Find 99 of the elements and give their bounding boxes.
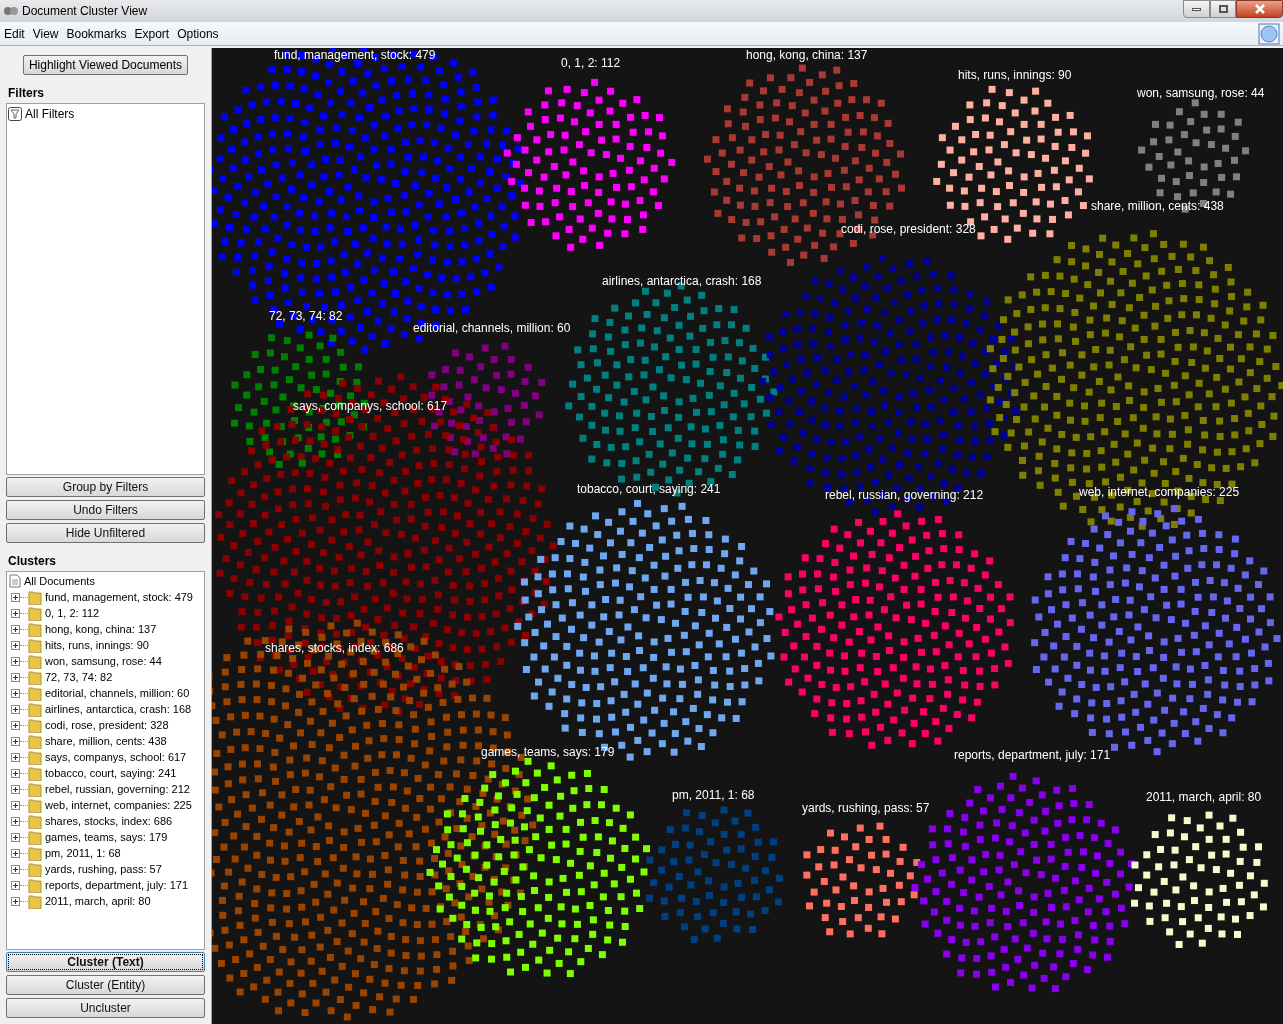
- tree-item[interactable]: All Documents: [24, 572, 95, 590]
- cluster-label: yards, rushing, pass: 57: [802, 801, 930, 815]
- cluster-label: pm, 2011, 1: 68: [672, 788, 755, 802]
- minimize-button[interactable]: [1183, 0, 1210, 18]
- cluster-label: airlines, antarctica, crash: 168: [602, 274, 762, 288]
- close-icon: [1253, 4, 1266, 14]
- window-title: Document Cluster View: [22, 3, 148, 20]
- cluster-label: web, internet, companies: 225: [1079, 485, 1240, 499]
- tree-item[interactable]: won, samsung, rose: 44: [45, 652, 162, 670]
- folder-icon: [28, 605, 42, 621]
- cluster-label: editorial, channels, million: 60: [413, 321, 571, 335]
- expand-icon[interactable]: [11, 688, 20, 698]
- panel-button[interactable]: Cluster (Entity): [6, 975, 205, 995]
- expand-icon[interactable]: [11, 768, 20, 778]
- cluster-label: tobacco, court, saying: 241: [577, 482, 721, 496]
- tree-item[interactable]: says, companys, school: 617: [45, 748, 187, 766]
- folder-icon: [28, 829, 42, 845]
- document-icon: [9, 574, 21, 588]
- panel-button[interactable]: Hide Unfiltered: [6, 523, 205, 543]
- cluster-label: reports, department, july: 171: [954, 748, 1111, 762]
- folder-icon: [28, 813, 42, 829]
- expand-icon[interactable]: [11, 784, 20, 794]
- highlight-button[interactable]: Highlight Viewed Documents: [23, 55, 188, 75]
- filter-item[interactable]: All Filters: [25, 105, 75, 123]
- expand-icon[interactable]: [11, 608, 20, 618]
- expand-icon[interactable]: [11, 592, 20, 602]
- expand-icon[interactable]: [11, 800, 20, 810]
- folder-icon: [28, 685, 42, 701]
- folder-icon: [28, 733, 42, 749]
- cluster-label: share, million, cents: 438: [1091, 199, 1224, 213]
- tree-item[interactable]: fund, management, stock: 479: [45, 588, 193, 606]
- folder-icon: [28, 861, 42, 877]
- folder-icon: [28, 877, 42, 893]
- folder-icon: [28, 701, 42, 717]
- expand-icon[interactable]: [11, 736, 20, 746]
- folder-icon: [28, 765, 42, 781]
- tree-item[interactable]: codi, rose, president: 328: [45, 716, 169, 734]
- maximize-button[interactable]: [1210, 0, 1236, 18]
- expand-icon[interactable]: [11, 864, 20, 874]
- cluster-label: 0, 1, 2: 112: [561, 56, 621, 70]
- folder-icon: [28, 717, 42, 733]
- tree-item[interactable]: 2011, march, april: 80: [45, 892, 151, 910]
- expand-icon[interactable]: [11, 672, 20, 682]
- expand-icon[interactable]: [11, 720, 20, 730]
- expand-icon[interactable]: [11, 656, 20, 666]
- tree-item[interactable]: hong, kong, china: 137: [45, 620, 157, 638]
- folder-icon: [28, 589, 42, 605]
- folder-icon: [28, 621, 42, 637]
- section-heading: Clusters: [8, 553, 58, 570]
- tree-item[interactable]: web, internet, companies: 225: [45, 796, 192, 814]
- cluster-label: 2011, march, april: 80: [1146, 790, 1262, 804]
- tree-item[interactable]: pm, 2011, 1: 68: [45, 844, 121, 862]
- panel-button[interactable]: Uncluster: [6, 998, 205, 1018]
- tree-item[interactable]: yards, rushing, pass: 57: [45, 860, 162, 878]
- folder-icon: [28, 637, 42, 653]
- tree-item[interactable]: airlines, antarctica, crash: 168: [45, 700, 192, 718]
- app-icon: [3, 5, 19, 17]
- tree-item[interactable]: 0, 1, 2: 112: [45, 604, 100, 622]
- close-button[interactable]: [1236, 0, 1283, 18]
- section-heading: Filters: [8, 85, 45, 102]
- globe-icon[interactable]: [1258, 22, 1280, 45]
- tree-item[interactable]: tobacco, court, saying: 241: [45, 764, 177, 782]
- folder-icon: [28, 781, 42, 797]
- menu-item[interactable]: Export: [130, 24, 174, 43]
- folder-icon: [28, 669, 42, 685]
- panel-button[interactable]: Undo Filters: [6, 500, 205, 520]
- tree-item[interactable]: editorial, channels, million: 60: [45, 684, 190, 702]
- menu-item[interactable]: Options: [173, 24, 223, 43]
- panel-button[interactable]: Group by Filters: [6, 477, 205, 497]
- folder-icon: [28, 797, 42, 813]
- folder-icon: [28, 653, 42, 669]
- expand-icon[interactable]: [11, 752, 20, 762]
- cluster-label: won, samsung, rose: 44: [1137, 86, 1265, 100]
- cluster-label: shares, stocks, index: 686: [265, 641, 404, 655]
- expand-icon[interactable]: [11, 832, 20, 842]
- tree-item[interactable]: rebel, russian, governing: 212: [45, 780, 190, 798]
- menu-item[interactable]: Edit: [0, 24, 29, 43]
- folder-icon: [28, 893, 42, 909]
- cluster-label: hong, kong, china: 137: [746, 48, 868, 62]
- tree-item[interactable]: shares, stocks, index: 686: [45, 812, 173, 830]
- panel-button[interactable]: Cluster (Text): [6, 952, 205, 972]
- tree-item[interactable]: hits, runs, innings: 90: [45, 636, 149, 654]
- expand-icon[interactable]: [11, 896, 20, 906]
- folder-icon: [28, 845, 42, 861]
- cluster-label: says, companys, school: 617: [293, 399, 448, 413]
- tree-item[interactable]: reports, department, july: 171: [45, 876, 189, 894]
- expand-icon[interactable]: [11, 880, 20, 890]
- expand-icon[interactable]: [11, 848, 20, 858]
- cluster-label: hits, runs, innings: 90: [958, 68, 1072, 82]
- expand-icon[interactable]: [11, 816, 20, 826]
- menu-item[interactable]: Bookmarks: [62, 24, 131, 43]
- expand-icon[interactable]: [11, 624, 20, 634]
- expand-icon[interactable]: [11, 704, 20, 714]
- tree-item[interactable]: 72, 73, 74: 82: [45, 668, 113, 686]
- tree-item[interactable]: games, teams, says: 179: [45, 828, 168, 846]
- menu-item[interactable]: View: [28, 24, 63, 43]
- tree-item[interactable]: share, million, cents: 438: [45, 732, 167, 750]
- folder-icon: [28, 749, 42, 765]
- expand-icon[interactable]: [11, 640, 20, 650]
